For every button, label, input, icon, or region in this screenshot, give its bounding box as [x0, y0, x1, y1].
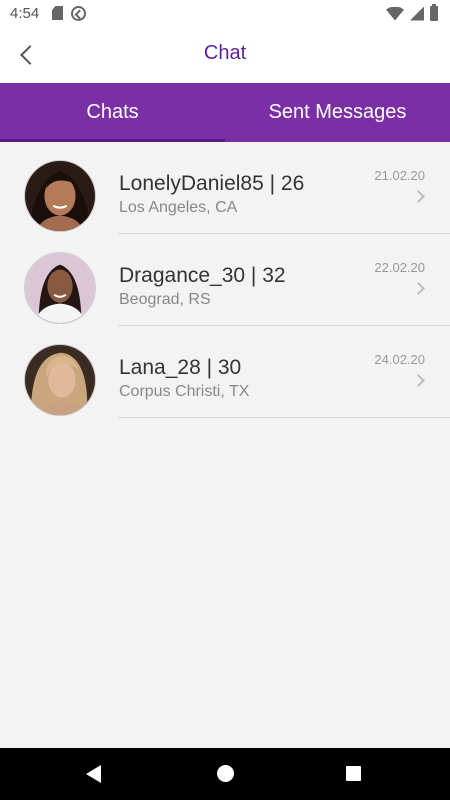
chevron-right-icon [412, 374, 425, 387]
chat-location: Los Angeles, CA [119, 199, 238, 216]
avatar-photo-icon [25, 253, 95, 323]
chat-location: Beograd, RS [119, 291, 211, 308]
chevron-right-icon [412, 190, 425, 203]
avatar [24, 160, 96, 232]
nav-back-icon[interactable] [86, 765, 101, 783]
avatar-photo-icon [25, 345, 95, 415]
avatar-photo-icon [25, 161, 95, 231]
chat-list-item[interactable]: Lana_28 | 30 Corpus Christi, TX 24.02.20 [0, 326, 450, 418]
page-title: Chat [203, 42, 247, 64]
tab-bar: Chats Sent Messages [0, 83, 450, 142]
nav-recents-icon[interactable] [346, 766, 361, 781]
battery-icon [430, 4, 438, 21]
chat-date: 22.02.20 [374, 260, 425, 275]
status-time: 4:54 [10, 5, 40, 22]
chat-name: LonelyDaniel85 | 26 [119, 172, 305, 195]
app-bar: Chat [0, 28, 450, 83]
chat-name: Dragance_30 | 32 [119, 264, 286, 287]
status-bar: 4:54 [0, 0, 450, 28]
wifi-icon [386, 6, 404, 21]
chat-date: 21.02.20 [374, 168, 425, 183]
chat-list-item[interactable]: Dragance_30 | 32 Beograd, RS 22.02.20 [0, 234, 450, 326]
chat-location: Corpus Christi, TX [119, 383, 250, 400]
chat-name: Lana_28 | 30 [119, 356, 242, 379]
signal-icon [410, 6, 424, 21]
system-nav-bar [0, 748, 450, 800]
avatar [24, 252, 96, 324]
avatar [24, 344, 96, 416]
chat-list: LonelyDaniel85 | 26 Los Angeles, CA 21.0… [0, 142, 450, 418]
tab-sent-messages[interactable]: Sent Messages [225, 83, 450, 142]
status-icons-right [386, 4, 438, 21]
sd-card-icon [52, 6, 63, 20]
chat-date: 24.02.20 [374, 352, 425, 367]
nav-home-icon[interactable] [217, 765, 234, 782]
tab-chats[interactable]: Chats [0, 83, 225, 142]
chat-list-item[interactable]: LonelyDaniel85 | 26 Los Angeles, CA 21.0… [0, 142, 450, 234]
chevron-right-icon [412, 282, 425, 295]
status-icons-left [52, 6, 86, 21]
sync-icon [71, 6, 86, 21]
